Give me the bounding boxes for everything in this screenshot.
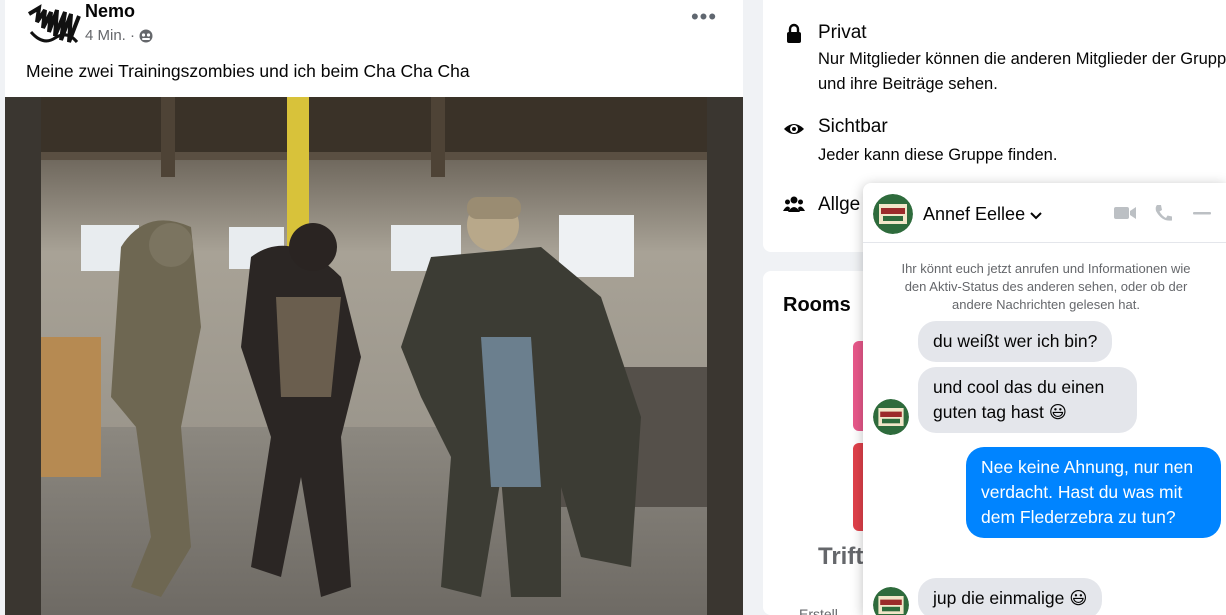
chat-header: Annef Eellee [863,183,1226,243]
chat-window: Annef Eellee Ihr könnt euch jetzt anrufe… [863,183,1226,615]
chevron-down-icon[interactable] [1029,208,1043,222]
feed-post: Nemo 4 Min. · ••• Meine zwei Trainingszo… [5,0,743,615]
rooms-title: Rooms [783,294,851,316]
author-avatar[interactable] [25,2,83,48]
post-text: Meine zwei Trainingszombies und ich beim… [26,61,470,81]
rooms-trift-label: Trift [818,543,864,570]
info-general-title: Allge [818,194,861,215]
chat-contact-name-text: Annef Eellee [923,204,1026,224]
group-audience-icon[interactable] [139,29,153,43]
lock-icon [787,23,801,43]
video-call-icon[interactable] [1113,203,1137,223]
chat-message-incoming: jup die einmalige 😃 [918,578,1103,615]
phone-call-icon[interactable] [1152,203,1176,223]
chat-message-incoming: du weißt wer ich bin? [918,321,1113,362]
contact-avatar-small [873,587,909,615]
post-meta: 4 Min. · [85,27,153,44]
minimize-icon[interactable] [1190,203,1214,223]
eye-icon [784,124,804,134]
contact-avatar-small [873,399,909,435]
chat-notice: Ihr könnt euch jetzt anrufen und Informa… [901,261,1191,312]
people-icon [783,196,805,212]
chat-contact-name[interactable]: Annef Eellee [923,204,1043,225]
chat-message-incoming: und cool das du einen guten tag hast 😃 [918,367,1137,433]
info-private-title: Privat [818,22,867,43]
post-time[interactable]: 4 Min. · [85,27,135,44]
post-author[interactable]: Nemo [85,1,135,22]
info-private-desc: Nur Mitglieder können die anderen Mitgli… [818,50,1226,93]
post-header: Nemo 4 Min. · ••• [5,0,743,56]
info-visible-desc: Jeder kann diese Gruppe finden. [818,146,1058,164]
info-visible-title: Sichtbar [818,116,888,137]
post-photo[interactable] [41,97,707,615]
post-photo-frame [5,97,743,615]
more-options-icon[interactable]: ••• [689,6,719,32]
rooms-create-label[interactable]: Erstell [799,606,838,615]
chat-avatar[interactable] [873,194,913,234]
chat-message-outgoing: Nee keine Ahnung, nur nen verdacht. Hast… [966,447,1221,538]
